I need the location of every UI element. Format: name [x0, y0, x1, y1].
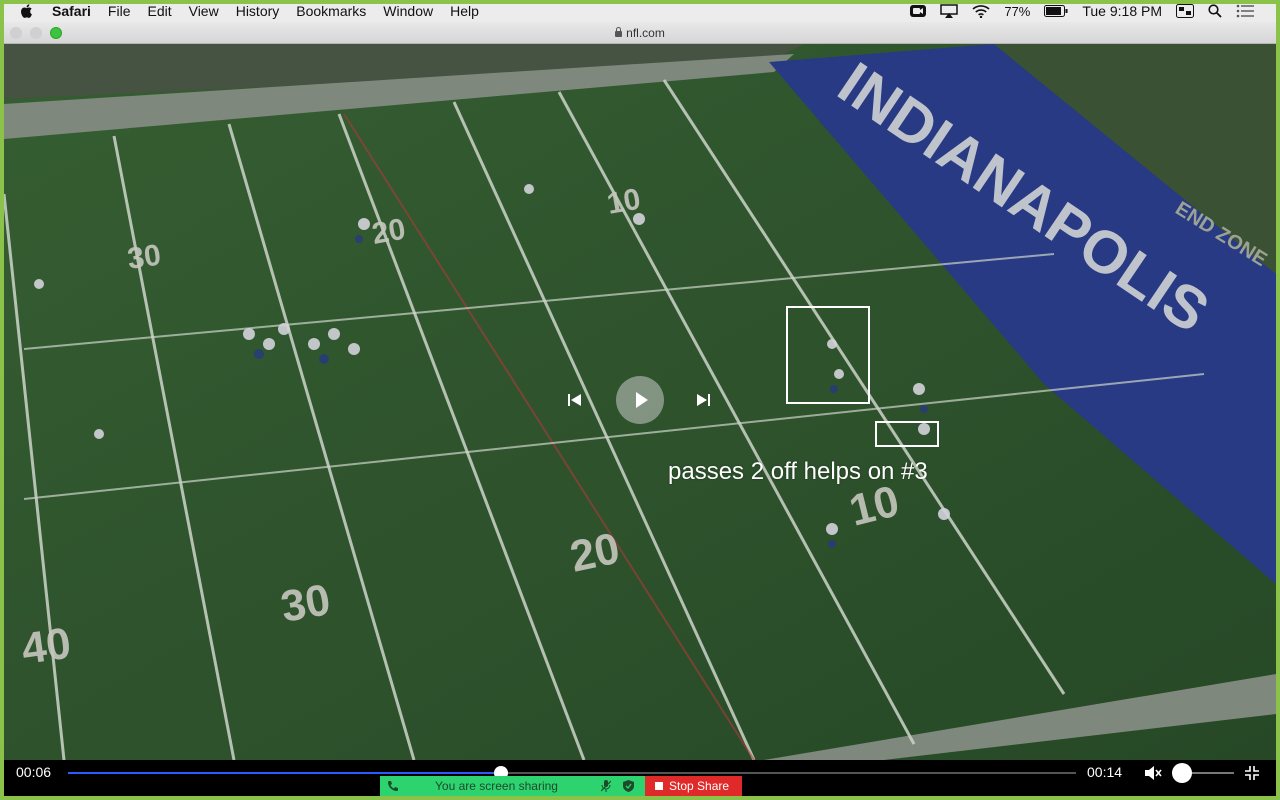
video-caption: passes 2 off helps on #3	[668, 458, 928, 485]
menu-history[interactable]: History	[236, 3, 280, 19]
airplay-icon[interactable]	[940, 4, 959, 18]
menu-app-name[interactable]: Safari	[52, 3, 91, 19]
volume-slider-handle[interactable]	[1172, 763, 1192, 783]
screen-sharing-indicator[interactable]: You are screen sharing	[380, 776, 645, 796]
highlight-box-player	[786, 306, 870, 404]
wifi-icon[interactable]	[972, 4, 990, 18]
menu-window[interactable]: Window	[383, 3, 433, 19]
page-url[interactable]: nfl.com	[4, 26, 1276, 40]
menubar-clock[interactable]: Tue 9:18 PM	[1082, 3, 1162, 19]
muted-speaker-icon[interactable]	[1144, 765, 1162, 781]
video-player[interactable]: 30 20 10 40 30 20 10 INDIANAPOLIS END ZO…	[4, 44, 1276, 760]
menu-file[interactable]: File	[108, 3, 131, 19]
phone-icon	[388, 781, 398, 791]
screen-share-toolbar: You are screen sharing Stop Share	[380, 776, 742, 796]
battery-percentage: 77%	[1004, 3, 1031, 19]
input-source-icon[interactable]	[1176, 4, 1194, 18]
menu-bookmarks[interactable]: Bookmarks	[296, 3, 366, 19]
skip-forward-icon[interactable]	[695, 392, 711, 408]
spotlight-search-icon[interactable]	[1208, 4, 1222, 18]
apple-menu-icon[interactable]	[20, 3, 34, 19]
highlight-box-receiver	[875, 421, 939, 447]
skip-back-icon[interactable]	[567, 392, 583, 408]
safari-title-bar: nfl.com	[4, 22, 1276, 44]
security-shield-icon[interactable]	[623, 780, 634, 792]
zoom-status-icon[interactable]	[910, 4, 927, 18]
notification-center-icon[interactable]	[1236, 4, 1254, 18]
lock-icon	[615, 27, 623, 37]
menu-view[interactable]: View	[189, 3, 219, 19]
battery-icon[interactable]	[1044, 5, 1068, 17]
current-time: 00:06	[16, 764, 52, 780]
microphone-muted-icon[interactable]	[601, 780, 611, 792]
stop-share-button[interactable]: Stop Share	[645, 776, 742, 796]
menu-edit[interactable]: Edit	[147, 3, 171, 19]
stop-icon	[655, 782, 663, 790]
total-time: 00:14	[1087, 764, 1123, 780]
screen-sharing-label: You are screen sharing	[435, 779, 558, 793]
exit-fullscreen-icon[interactable]	[1244, 765, 1260, 781]
menu-bar: Safari File Edit View History Bookmarks …	[0, 0, 1280, 22]
page-url-text: nfl.com	[626, 26, 665, 40]
menu-help[interactable]: Help	[450, 3, 479, 19]
stop-share-label: Stop Share	[669, 779, 730, 793]
seek-bar[interactable]	[68, 766, 1076, 780]
play-button[interactable]	[616, 376, 664, 424]
seek-bar-progress	[68, 772, 502, 774]
